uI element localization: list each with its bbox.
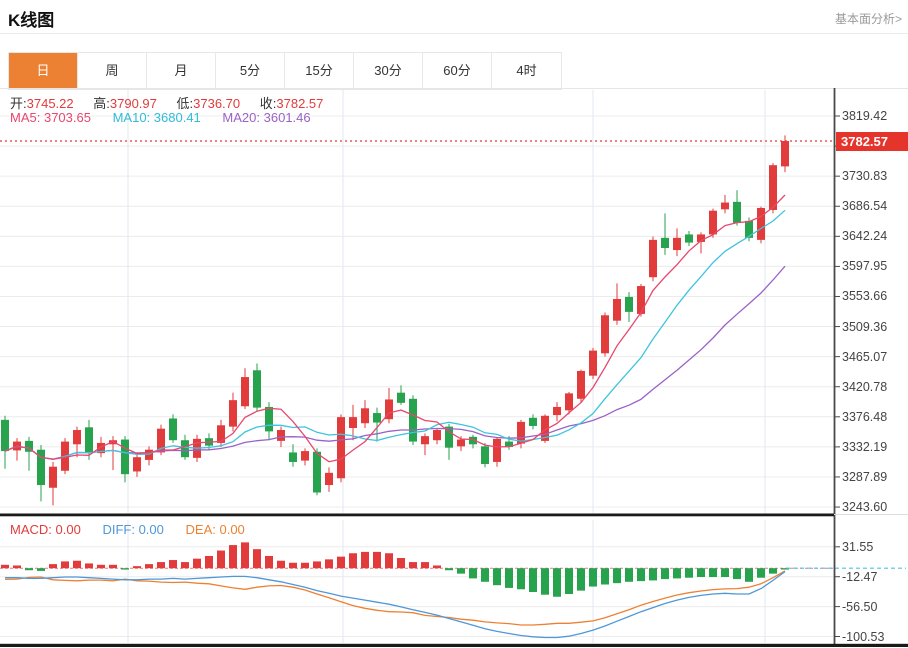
high-value: 3790.97 — [110, 96, 157, 111]
close-value: 3782.57 — [276, 96, 323, 111]
diff-value: DIFF: 0.00 — [102, 522, 163, 537]
ma5-value: MA5: 3703.65 — [10, 110, 91, 125]
kline-widget: K线图 基本面分析> 日 周 月 5分 15分 30分 60分 4时 开:374… — [0, 0, 908, 648]
open-value: 3745.22 — [27, 96, 74, 111]
high-label: 高: — [93, 96, 110, 111]
main-axis-label: 3642.24 — [842, 228, 887, 244]
macd-axis-label: 31.55 — [842, 539, 873, 555]
low-label: 低: — [177, 96, 194, 111]
main-axis-label: 3332.19 — [842, 439, 887, 455]
main-axis-label: 3243.60 — [842, 499, 887, 515]
main-axis-label: 3597.95 — [842, 258, 887, 274]
current-price-badge: 3782.57 — [836, 132, 908, 151]
macd-readout: MACD: 0.00 DIFF: 0.00 DEA: 0.00 — [10, 522, 245, 537]
low-value: 3736.70 — [193, 96, 240, 111]
macd-value: MACD: 0.00 — [10, 522, 81, 537]
main-axis-label: 3509.36 — [842, 319, 887, 335]
main-axis-label: 3686.54 — [842, 198, 887, 214]
main-axis-label: 3465.07 — [842, 349, 887, 365]
macd-axis-label: -12.47 — [842, 569, 877, 585]
dea-value: DEA: 0.00 — [186, 522, 245, 537]
main-axis-label: 3553.66 — [842, 288, 887, 304]
ma10-value: MA10: 3680.41 — [113, 110, 201, 125]
macd-axis-label: -56.50 — [842, 599, 877, 615]
ma-readout: MA5: 3703.65 MA10: 3680.41 MA20: 3601.46 — [10, 110, 311, 125]
ma20-value: MA20: 3601.46 — [222, 110, 310, 125]
macd-axis-label: -100.53 — [842, 629, 884, 645]
open-label: 开: — [10, 96, 27, 111]
main-axis-label: 3730.83 — [842, 168, 887, 184]
main-axis-label: 3819.42 — [842, 108, 887, 124]
main-axis-label: 3287.89 — [842, 469, 887, 485]
close-label: 收: — [260, 96, 277, 111]
main-axis-label: 3376.48 — [842, 409, 887, 425]
main-axis-label: 3420.78 — [842, 379, 887, 395]
